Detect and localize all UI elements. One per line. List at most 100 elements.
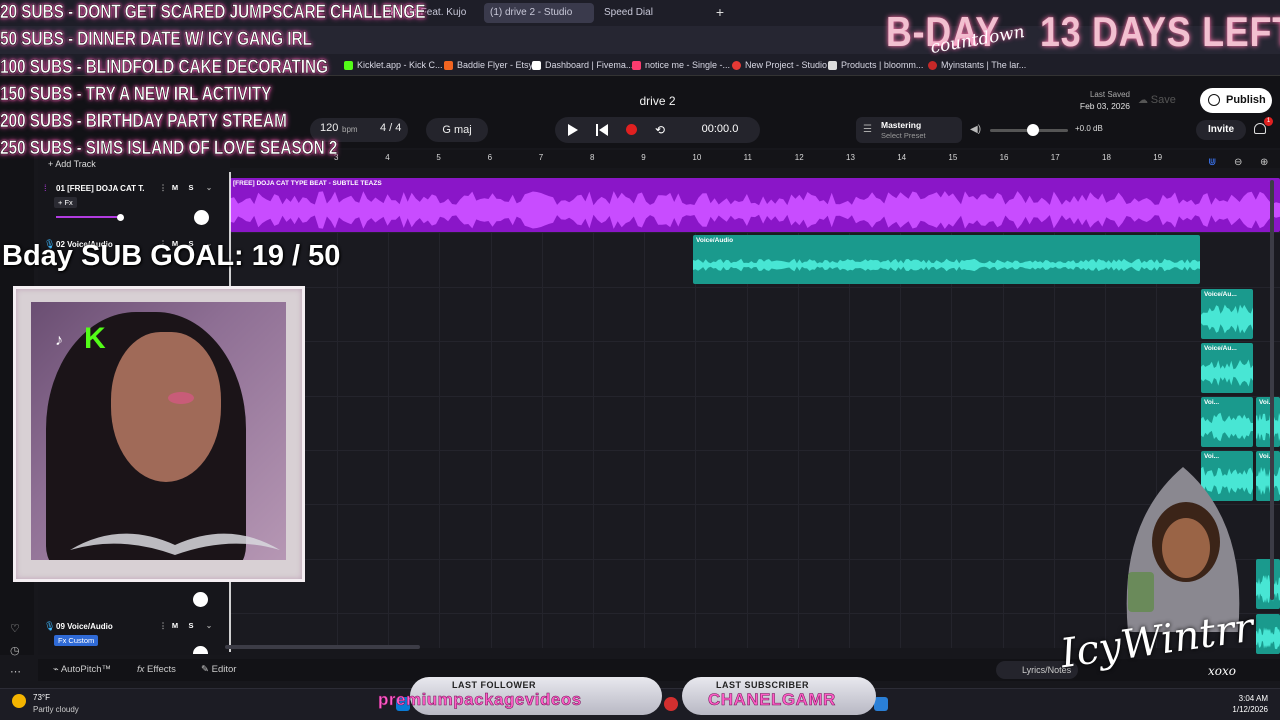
vertical-scrollbar[interactable] [1270, 180, 1274, 600]
ruler-tick-label: 4 [385, 153, 390, 162]
microphone-icon: 🎙 [44, 621, 56, 631]
effects-button[interactable]: fx Effects [137, 664, 176, 675]
track-name[interactable]: 09 Voice/Audio [56, 622, 144, 631]
record-icon[interactable] [626, 124, 637, 135]
mute-button[interactable]: M [168, 620, 182, 632]
myinstants-icon [928, 61, 937, 71]
skip-back-icon[interactable] [596, 124, 608, 136]
bookmark-item[interactable]: Myinstants | The lar... [928, 57, 1026, 73]
ruler-tick-label: 9 [641, 153, 646, 162]
browser-tab-active[interactable]: (1) drive 2 - Studio [484, 3, 594, 23]
voice-clip[interactable]: Voi... [1256, 397, 1280, 447]
fx-button[interactable]: + Fx [54, 197, 77, 208]
magnet-icon[interactable]: ⋓ [1208, 157, 1216, 168]
voice-waveform [1201, 359, 1253, 387]
bookmark-item[interactable]: Baddie Flyer - Etsy [444, 57, 533, 73]
voice-clip[interactable]: Voice/Au... [1201, 343, 1253, 393]
tiktok-icon: ♪ [55, 332, 63, 349]
signoff: xoxo [1208, 664, 1236, 678]
new-tab-icon[interactable]: + [712, 4, 728, 20]
ruler-tick-label: 6 [487, 153, 493, 162]
clip-label: Voice/Au... [1204, 345, 1237, 352]
weather-description[interactable]: Partly cloudy [33, 705, 79, 714]
track-volume-handle[interactable] [117, 214, 124, 221]
volume-db: +0.0 dB [1075, 124, 1103, 133]
cloud-icon: ☁ [1138, 95, 1151, 106]
history-icon[interactable]: ◷ [10, 644, 20, 657]
zoom-out-icon[interactable]: ⊖ [1234, 157, 1242, 168]
chrome-wing-decoration [70, 533, 280, 555]
solo-button[interactable]: S [184, 182, 198, 194]
track-row-divider [230, 396, 1280, 397]
track-row-divider [230, 287, 1280, 288]
browser-tab[interactable]: Speed Dial [598, 3, 698, 23]
master-volume-knob[interactable] [1027, 124, 1039, 136]
bookmark-item[interactable]: Products | bloomm... [828, 57, 923, 73]
grip-icon: ⁞ [44, 183, 47, 193]
weather-icon[interactable] [12, 694, 26, 708]
clip-label: Voice/Audio [696, 237, 734, 244]
track-volume-fill [56, 216, 119, 218]
zoom-in-icon[interactable]: ⊕ [1260, 157, 1268, 168]
track-header[interactable]: ⁞ 01 [FREE] DOJA CAT T... ⋮ M S ⌄ + Fx [40, 180, 228, 235]
mastering-preset-select: Select Preset [881, 131, 926, 140]
sliders-icon: ☰ [863, 124, 872, 135]
more-icon[interactable]: ⋯ [10, 665, 21, 678]
beat-clip[interactable]: [FREE] DOJA CAT TYPE BEAT - SUBTLE TEAZS [230, 178, 1280, 232]
autopitch-button[interactable]: ⌁ AutoPitch™ [53, 664, 111, 675]
track-name[interactable]: 01 [FREE] DOJA CAT T... [56, 184, 144, 193]
system-time[interactable]: 3:04 AM [1226, 694, 1268, 703]
bell-icon[interactable] [1254, 123, 1266, 134]
heart-icon[interactable]: ♡ [10, 622, 20, 635]
track-volume-slider[interactable] [56, 216, 120, 218]
bpm-value[interactable]: 120 [320, 122, 338, 134]
publish-button[interactable]: Publish [1200, 88, 1272, 113]
voice-clip[interactable]: Voice/Audio [693, 235, 1200, 284]
speaker-icon[interactable]: ◀) [970, 124, 981, 135]
grid-line [490, 178, 492, 648]
ruler-tick-label: 15 [948, 153, 958, 162]
pan-knob[interactable] [193, 592, 208, 607]
horizontal-scrollbar[interactable] [225, 645, 420, 649]
mute-button[interactable]: M [168, 182, 182, 194]
pan-knob[interactable] [194, 210, 209, 225]
bookmark-item[interactable]: Dashboard | Fivema... [532, 57, 633, 73]
play-icon[interactable] [568, 124, 578, 136]
solo-button[interactable]: S [184, 620, 198, 632]
voice-clip[interactable] [1256, 614, 1280, 654]
bookmark-item[interactable]: New Project - Studio [732, 57, 827, 73]
bookmark-item[interactable]: notice me - Single -... [632, 57, 730, 73]
pan-knob[interactable] [193, 646, 208, 654]
voice-clip[interactable]: Voi... [1201, 397, 1253, 447]
taskbar-app-icon[interactable] [874, 697, 888, 711]
days-left: 13 DAYS LEFT [1040, 8, 1280, 55]
save-button[interactable]: ☁ Save [1138, 91, 1190, 109]
key-selector[interactable]: G maj [426, 118, 488, 142]
etsy-icon [444, 61, 453, 71]
sub-goal-item: 200 SUBS - BIRTHDAY PARTY STREAM [0, 111, 287, 133]
opera-icon[interactable] [664, 697, 678, 711]
weather-temperature[interactable]: 73°F [33, 693, 50, 702]
ruler-tick-label: 16 [999, 153, 1009, 162]
voice-clip[interactable] [1256, 559, 1280, 609]
clip-label: Voice/Au... [1204, 291, 1237, 298]
system-date[interactable]: 1/12/2026 [1220, 705, 1268, 714]
last-saved-label: Last Saved [1089, 90, 1130, 99]
invite-button[interactable]: Invite [1196, 120, 1246, 140]
voice-waveform [693, 258, 1200, 272]
editor-button[interactable]: ✎ Editor [201, 664, 236, 675]
voice-clip[interactable]: Voi... [1256, 451, 1280, 501]
voice-waveform [1201, 412, 1253, 442]
grid-line [593, 178, 594, 648]
time-signature[interactable]: 4 / 4 [380, 122, 401, 134]
chevron-down-icon[interactable]: ⌄ [202, 182, 216, 194]
voice-clip[interactable]: Voice/Au... [1201, 289, 1253, 339]
sub-goal-item: 50 SUBS - DINNER DATE W/ ICY GANG IRL [0, 29, 312, 51]
bpm-unit: bpm [342, 125, 358, 134]
loop-icon[interactable]: ⟲ [655, 124, 665, 136]
project-title[interactable]: drive 2 [600, 94, 715, 108]
bookmark-item[interactable]: Kicklet.app - Kick C... [344, 57, 443, 73]
fx-custom-button[interactable]: Fx Custom [54, 635, 99, 646]
chevron-down-icon[interactable]: ⌄ [202, 620, 216, 632]
grid-line [388, 178, 390, 648]
